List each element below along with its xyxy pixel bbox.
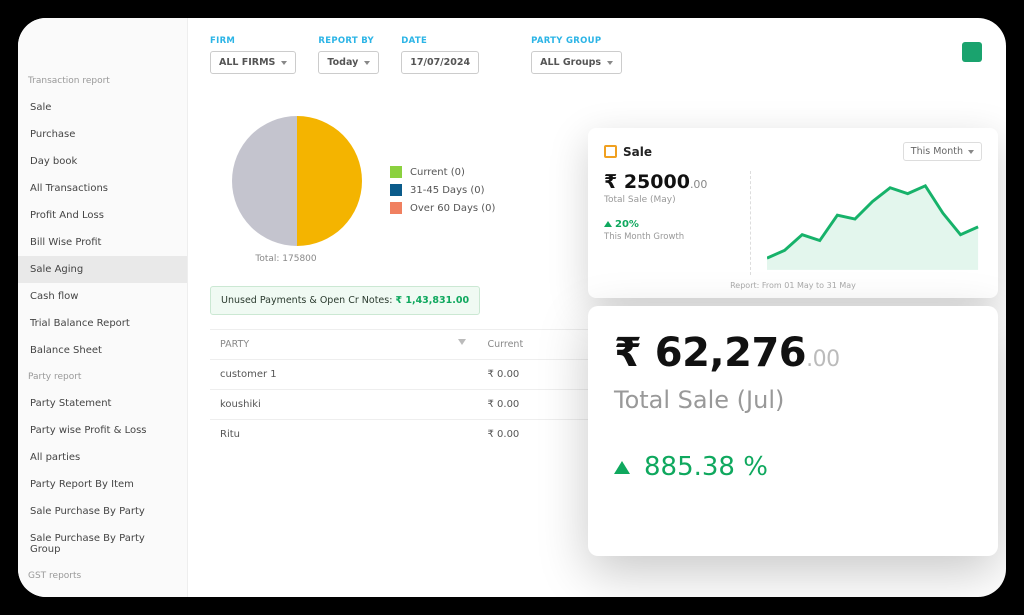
report-range: Report: From 01 May to 31 May [604, 281, 982, 290]
group-select[interactable]: ALL Groups [531, 51, 622, 74]
sidebar-item-sale-aging[interactable]: Sale Aging [18, 256, 187, 283]
sidebar-item-sale[interactable]: Sale [18, 94, 187, 121]
date-input[interactable]: 17/07/2024 [401, 51, 479, 74]
period-select[interactable]: This Month [903, 142, 982, 161]
growth-indicator: 20%This Month Growth [604, 219, 734, 242]
sidebar-item-party-report-by-item[interactable]: Party Report By Item [18, 471, 187, 498]
growth-percent: 885.38 % [614, 452, 972, 482]
reportby-select[interactable]: Today [318, 51, 379, 74]
sale-amount: ₹ 25000.00 [604, 171, 734, 193]
sale-icon [604, 145, 617, 158]
table-header: PARTY [210, 330, 477, 360]
firm-select[interactable]: ALL FIRMS [210, 51, 296, 74]
sidebar-item-party-statement[interactable]: Party Statement [18, 390, 187, 417]
filter-icon[interactable] [458, 339, 467, 348]
legend-item: Over 60 Days (0) [390, 202, 495, 214]
sidebar-item-purchase[interactable]: Purchase [18, 121, 187, 148]
sidebar-item-profit-and-loss[interactable]: Profit And Loss [18, 202, 187, 229]
date-label: DATE [401, 36, 479, 46]
sale-sub: Total Sale (May) [604, 195, 734, 205]
sale-card-large: ₹ 62,276.00 Total Sale (Jul) 885.38 % [588, 306, 998, 556]
sidebar-item-trial-balance-report[interactable]: Trial Balance Report [18, 310, 187, 337]
filter-bar: FIRM ALL FIRMS REPORT BY Today DATE 17/0… [210, 36, 984, 74]
sidebar-item-day-book[interactable]: Day book [18, 148, 187, 175]
legend-item: Current (0) [390, 166, 495, 178]
pie-total-label: Total: 175800 [210, 254, 362, 264]
sparkline-chart [767, 171, 982, 275]
reportby-label: REPORT BY [318, 36, 379, 46]
aging-pie-chart [232, 116, 362, 246]
chevron-down-icon [364, 61, 370, 65]
sidebar-item-party-wise-profit-&-loss[interactable]: Party wise Profit & Loss [18, 417, 187, 444]
sidebar: Transaction report SalePurchaseDay bookA… [18, 18, 188, 597]
sidebar-item-all-parties[interactable]: All parties [18, 444, 187, 471]
sidebar-item-sale-purchase-by-party[interactable]: Sale Purchase By Party [18, 498, 187, 525]
total-sale-amount: ₹ 62,276.00 [614, 330, 972, 376]
arrow-up-icon [604, 221, 612, 227]
sidebar-item-bill-wise-profit[interactable]: Bill Wise Profit [18, 229, 187, 256]
arrow-up-icon [614, 461, 630, 474]
sidebar-section-party: Party report [18, 364, 187, 390]
sidebar-item-sale-purchase-by-party-group[interactable]: Sale Purchase By Party Group [18, 525, 187, 563]
chevron-down-icon [607, 61, 613, 65]
sale-card-small: Sale This Month ₹ 25000.00 Total Sale (M… [588, 128, 998, 298]
sidebar-item-all-transactions[interactable]: All Transactions [18, 175, 187, 202]
group-label: PARTY GROUP [531, 36, 622, 46]
export-excel-button[interactable] [962, 42, 982, 62]
sidebar-section-transaction: Transaction report [18, 68, 187, 94]
total-sale-label: Total Sale (Jul) [614, 386, 972, 414]
sidebar-item-cash-flow[interactable]: Cash flow [18, 283, 187, 310]
chevron-down-icon [281, 61, 287, 65]
chevron-down-icon [968, 150, 974, 154]
sidebar-item-balance-sheet[interactable]: Balance Sheet [18, 337, 187, 364]
legend-item: 31-45 Days (0) [390, 184, 495, 196]
sidebar-section-gst: GST reports [18, 563, 187, 589]
firm-label: FIRM [210, 36, 296, 46]
pie-legend: Current (0) 31-45 Days (0) Over 60 Days (0… [390, 160, 495, 220]
unused-payments-notice: Unused Payments & Open Cr Notes: ₹ 1,43,… [210, 286, 480, 315]
sale-card-title: Sale [623, 145, 652, 159]
